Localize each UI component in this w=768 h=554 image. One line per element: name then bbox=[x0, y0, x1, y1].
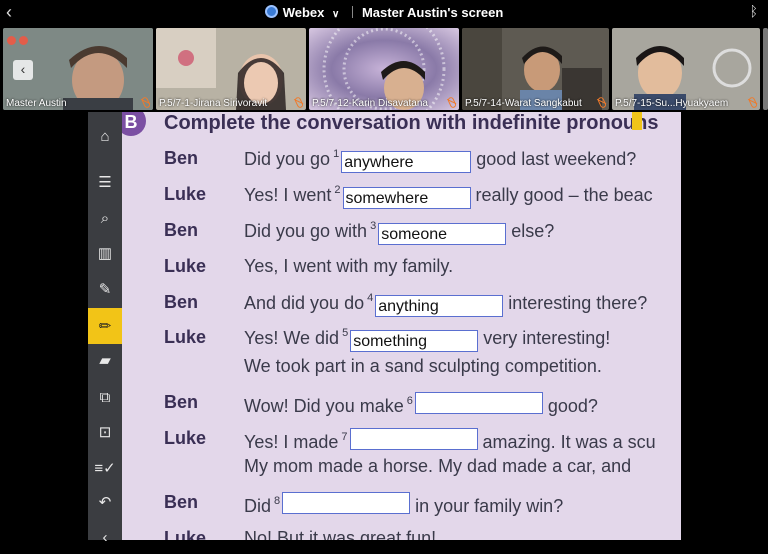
home-icon[interactable]: ⌂ bbox=[88, 119, 122, 153]
line-pre-text: Wow! Did you make bbox=[244, 396, 404, 416]
exercise-badge: B bbox=[122, 112, 146, 136]
line-pre-text: We took part in a sand sculpting competi… bbox=[244, 356, 602, 376]
title-bar: ‹ Webex ∨ Master Austin's screen ᛒ bbox=[0, 0, 768, 26]
answer-field[interactable]: something bbox=[350, 330, 479, 352]
chevron-left-icon[interactable]: ‹ bbox=[88, 520, 122, 554]
line-text: My mom made a horse. My dad made a car, … bbox=[244, 456, 631, 477]
participant-tile[interactable]: ‹ Master Austin bbox=[3, 28, 153, 110]
bookshelf-icon[interactable]: ▥ bbox=[88, 236, 122, 270]
line-text: Yes, I went with my family. bbox=[244, 256, 453, 277]
scroll-left-button[interactable]: ‹ bbox=[13, 60, 33, 80]
line-pre-text: Yes! I made bbox=[244, 432, 339, 452]
line-text: Yes! I made 7 amazing. It was a scu bbox=[244, 428, 656, 453]
answer-field[interactable] bbox=[282, 492, 411, 514]
speaker-name: Luke bbox=[164, 428, 207, 448]
line-text: No! But it was great fun! bbox=[244, 528, 436, 540]
reader-toolbar: ⌂ ☰ ⌕ ▥ ✎ ✏ ▰ ⧉ ⊡ ≡✓ ↶ ‹ bbox=[88, 112, 122, 546]
line-post-text: amazing. It was a scu bbox=[482, 432, 656, 452]
line-text: We took part in a sand sculpting competi… bbox=[244, 356, 602, 377]
blank-number: 6 bbox=[406, 395, 413, 407]
participant-tile[interactable]: P.5/7-14-Warat Sangkabut bbox=[462, 28, 609, 110]
speaker-name: Luke bbox=[164, 256, 207, 276]
answer-field[interactable] bbox=[349, 428, 478, 450]
highlighter-icon[interactable]: ✏ bbox=[88, 308, 122, 344]
line-text: Yes! We did 5 something very interesting! bbox=[244, 327, 610, 352]
line-text: Yes! I went 2 somewhere really good – the … bbox=[244, 184, 653, 209]
line-post-text: really good – the beac bbox=[475, 185, 653, 205]
participant-tile[interactable]: P.5/7-12-Karin Disavatana bbox=[309, 28, 459, 110]
window-dots bbox=[7, 32, 31, 50]
blank-number: 8 bbox=[274, 495, 281, 507]
table-of-contents-icon[interactable]: ☰ bbox=[88, 165, 122, 199]
speaker-name: Luke bbox=[164, 327, 207, 347]
checklist-icon[interactable]: ≡✓ bbox=[88, 451, 122, 485]
line-pre-text: Did bbox=[244, 496, 272, 516]
bookmark-ribbon bbox=[632, 112, 642, 130]
line-pre-text: My mom made a horse. My dad made a car, … bbox=[244, 456, 632, 476]
speaker-name: Ben bbox=[164, 220, 199, 240]
exercise-heading: Complete the conversation with indefinit… bbox=[164, 112, 659, 134]
line-post-text: very interesting! bbox=[483, 328, 611, 348]
bluetooth-icon: ᛒ bbox=[749, 3, 758, 19]
answer-field[interactable]: anything bbox=[375, 295, 504, 317]
line-text: Did 8 in your family win? bbox=[244, 492, 563, 517]
line-text: And did you do 4 anything interesting ther… bbox=[244, 292, 647, 317]
line-pre-text: And did you do bbox=[244, 293, 365, 313]
speaker-name: Ben bbox=[164, 292, 199, 312]
chevron-down-icon[interactable]: ∨ bbox=[332, 9, 339, 20]
line-pre-text: No! But it was great fun! bbox=[244, 528, 437, 540]
participant-tile[interactable]: P.5/7-1-Jirana Sirivoravit bbox=[156, 28, 306, 110]
speaker-name: Ben bbox=[164, 392, 199, 412]
line-pre-text: Did you go with bbox=[244, 221, 368, 241]
answer-field[interactable]: somewhere bbox=[342, 187, 471, 209]
speaker-name: Ben bbox=[164, 148, 199, 168]
blank-number: 2 bbox=[334, 184, 341, 196]
participant-name: Master Austin bbox=[6, 98, 67, 109]
line-text: Wow! Did you make 6 good? bbox=[244, 392, 598, 417]
blank-number: 5 bbox=[342, 327, 349, 339]
search-icon[interactable]: ⌕ bbox=[88, 201, 122, 235]
blank-number: 4 bbox=[367, 292, 374, 304]
line-post-text: interesting there? bbox=[508, 293, 648, 313]
line-pre-text: Yes! We did bbox=[244, 328, 340, 348]
line-pre-text: Yes, I went with my family. bbox=[244, 256, 454, 276]
participant-tile[interactable]: P.5/7-15-Su...Hyuakyaem bbox=[612, 28, 760, 110]
book-page: B Complete the conversation with indefin… bbox=[122, 112, 681, 540]
participant-strip: ‹ Master Austin P.5/7-1-Jirana Sirivorav… bbox=[0, 28, 768, 110]
line-post-text: good? bbox=[547, 396, 598, 416]
line-pre-text: Yes! I went bbox=[244, 185, 332, 205]
line-post-text: in your family win? bbox=[415, 496, 564, 516]
undo-icon[interactable]: ↶ bbox=[88, 485, 122, 519]
answer-field[interactable] bbox=[414, 392, 543, 414]
app-name: Webex bbox=[282, 5, 325, 20]
shared-screen-title: Master Austin's screen bbox=[361, 5, 504, 20]
speaker-name: Luke bbox=[164, 184, 207, 204]
line-post-text: good last weekend? bbox=[476, 149, 637, 169]
speaker-name: Ben bbox=[164, 492, 199, 512]
participant-name: P.5/7-12-Karin Disavatana bbox=[312, 98, 428, 109]
line-pre-text: Did you go bbox=[244, 149, 331, 169]
participant-tile-overflow[interactable] bbox=[763, 28, 768, 110]
webex-logo-icon bbox=[264, 5, 278, 18]
sticky-note-icon[interactable]: ▰ bbox=[88, 343, 122, 377]
blank-number: 7 bbox=[341, 431, 348, 443]
copy-icon[interactable]: ⧉ bbox=[88, 380, 122, 414]
participant-name: P.5/7-14-Warat Sangkabut bbox=[465, 98, 582, 109]
window-title[interactable]: Webex ∨ Master Austin's screen bbox=[0, 5, 768, 20]
answer-field[interactable]: someone bbox=[378, 223, 507, 245]
title-divider bbox=[351, 6, 353, 18]
line-text: Did you go with 3 someone else? bbox=[244, 220, 554, 245]
line-post-text: else? bbox=[511, 221, 555, 241]
participant-name: P.5/7-15-Su...Hyuakyaem bbox=[615, 98, 729, 109]
blank-number: 1 bbox=[333, 148, 340, 160]
answer-field[interactable]: anywhere bbox=[341, 151, 472, 173]
participant-name: P.5/7-1-Jirana Sirivoravit bbox=[159, 98, 268, 109]
pen-icon[interactable]: ✎ bbox=[88, 272, 122, 306]
line-text: Did you go 1 anywhere good last weekend? bbox=[244, 148, 636, 173]
speaker-name: Luke bbox=[164, 528, 207, 540]
screenshot-icon[interactable]: ⊡ bbox=[88, 415, 122, 449]
blank-number: 3 bbox=[370, 220, 377, 232]
